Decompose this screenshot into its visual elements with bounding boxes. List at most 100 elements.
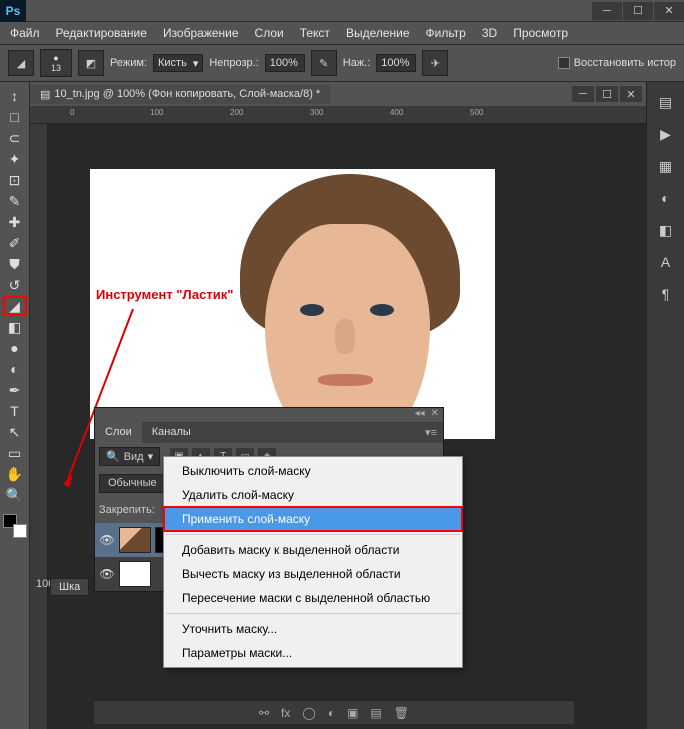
- lasso-tool-icon[interactable]: ⊂: [3, 128, 27, 148]
- airbrush-icon[interactable]: ✈: [422, 50, 448, 76]
- layer-filter-type[interactable]: 🔍 Вид ▾: [99, 447, 160, 466]
- app-logo: Ps: [0, 0, 26, 22]
- brush-panel-icon[interactable]: ◩: [78, 50, 104, 76]
- eyedropper-tool-icon[interactable]: ✎: [3, 191, 27, 211]
- menu-item-refine-mask[interactable]: Уточнить маску...: [164, 617, 462, 641]
- doc-close[interactable]: ✕: [620, 86, 642, 102]
- color-panel-icon[interactable]: ▶: [656, 124, 676, 144]
- flow-label: Наж.:: [343, 57, 371, 69]
- panel-close-icon[interactable]: ✕: [431, 408, 439, 422]
- new-adjustment-icon[interactable]: ◐: [328, 706, 335, 720]
- menu-item-mask-options[interactable]: Параметры маски...: [164, 641, 462, 665]
- menu-text[interactable]: Текст: [294, 24, 336, 42]
- new-layer-icon[interactable]: ▤: [370, 706, 381, 720]
- opacity-field[interactable]: 100%: [265, 54, 305, 72]
- opacity-label: Непрозр.:: [209, 57, 258, 69]
- visibility-icon[interactable]: 👁: [99, 567, 115, 581]
- panel-menu-icon[interactable]: ▾≡: [419, 422, 443, 443]
- blur-tool-icon[interactable]: ●: [3, 338, 27, 358]
- magic-wand-tool-icon[interactable]: ✦: [3, 149, 27, 169]
- image-content: [90, 169, 495, 439]
- horizontal-ruler[interactable]: 0 100 200 300 400 500: [30, 106, 646, 124]
- delete-layer-icon[interactable]: 🗑: [394, 706, 409, 720]
- link-layers-icon[interactable]: ⚯: [259, 706, 269, 720]
- shape-tool-icon[interactable]: ▭: [3, 443, 27, 463]
- maximize-button[interactable]: ☐: [623, 2, 653, 20]
- truncated-panel-tab[interactable]: Шка: [50, 578, 89, 596]
- lock-label: Закрепить:: [99, 504, 155, 516]
- pressure-opacity-icon[interactable]: ✎: [311, 50, 337, 76]
- zoom-tool-icon[interactable]: 🔍: [3, 485, 27, 505]
- menu-select[interactable]: Выделение: [340, 24, 416, 42]
- titlebar: Ps ─ ☐ ✕: [0, 0, 684, 22]
- flow-field[interactable]: 100%: [376, 54, 416, 72]
- paragraph-panel-icon[interactable]: ¶: [656, 284, 676, 304]
- visibility-icon[interactable]: 👁: [99, 533, 115, 547]
- brush-tool-icon[interactable]: ✐: [3, 233, 27, 253]
- add-mask-icon[interactable]: ◯: [302, 706, 315, 720]
- history-brush-tool-icon[interactable]: ↺: [3, 275, 27, 295]
- layers-panel-footer: ⚯ fx ◯ ◐ ▣ ▤ 🗑: [94, 700, 574, 724]
- annotation-label: Инструмент "Ластик": [96, 287, 233, 302]
- window-controls: ─ ☐ ✕: [592, 2, 684, 20]
- healing-tool-icon[interactable]: ✚: [3, 212, 27, 232]
- doc-minimize[interactable]: ─: [572, 86, 594, 102]
- menu-edit[interactable]: Редактирование: [50, 24, 153, 42]
- menu-item-delete-mask[interactable]: Удалить слой-маску: [164, 483, 462, 507]
- menu-item-add-mask-selection[interactable]: Добавить маску к выделенной области: [164, 538, 462, 562]
- menu-item-subtract-mask[interactable]: Вычесть маску из выделенной области: [164, 562, 462, 586]
- hand-tool-icon[interactable]: ✋: [3, 464, 27, 484]
- options-bar: ◢ ● 13 ◩ Режим: Кисть ▾ Непрозр.: 100% ✎…: [0, 44, 684, 82]
- document-tabs: ▤ 10_tn.jpg @ 100% (Фон копировать, Слой…: [30, 82, 646, 106]
- menu-filter[interactable]: Фильтр: [420, 24, 472, 42]
- menu-item-disable-mask[interactable]: Выключить слой-маску: [164, 459, 462, 483]
- right-panel-dock: ▤ ▶ ▦ ◐ ◧ A ¶: [646, 82, 684, 729]
- layers-tab[interactable]: Слои: [95, 422, 142, 443]
- doc-maximize[interactable]: ☐: [596, 86, 618, 102]
- menu-separator: [166, 613, 460, 614]
- menu-item-apply-mask[interactable]: Применить слой-маску: [164, 507, 462, 531]
- mode-dropdown[interactable]: Кисть ▾: [153, 54, 203, 72]
- layer-thumbnail[interactable]: [119, 527, 151, 553]
- swatches-panel-icon[interactable]: ▦: [656, 156, 676, 176]
- layer-style-icon[interactable]: fx: [281, 706, 290, 720]
- marquee-tool-icon[interactable]: □: [3, 107, 27, 127]
- menu-item-intersect-mask[interactable]: Пересечение маски с выделенной областью: [164, 586, 462, 610]
- layer-thumbnail[interactable]: [119, 561, 151, 587]
- styles-panel-icon[interactable]: ◧: [656, 220, 676, 240]
- vertical-ruler[interactable]: [30, 124, 48, 729]
- restore-history-checkbox[interactable]: [558, 57, 570, 69]
- panel-collapse-icon[interactable]: ◂◂: [415, 408, 425, 422]
- menu-separator: [166, 534, 460, 535]
- tools-panel: ↕ □ ⊂ ✦ ⊡ ✎ ✚ ✐ ⛊ ↺ ◢ ◧ ● ◐ ✒ T ↖ ▭ ✋ 🔍: [0, 82, 30, 729]
- gradient-tool-icon[interactable]: ◧: [3, 317, 27, 337]
- adjustments-panel-icon[interactable]: ◐: [656, 188, 676, 208]
- type-tool-icon[interactable]: T: [3, 401, 27, 421]
- menubar: Файл Редактирование Изображение Слои Тек…: [0, 22, 684, 44]
- history-panel-icon[interactable]: ▤: [656, 92, 676, 112]
- channels-tab[interactable]: Каналы: [142, 422, 201, 443]
- close-button[interactable]: ✕: [654, 2, 684, 20]
- current-tool-icon[interactable]: ◢: [8, 50, 34, 76]
- path-select-tool-icon[interactable]: ↖: [3, 422, 27, 442]
- menu-3d[interactable]: 3D: [476, 24, 503, 42]
- brush-preset[interactable]: ● 13: [40, 49, 72, 77]
- eraser-tool-icon[interactable]: ◢: [3, 296, 27, 316]
- document-title: 10_tn.jpg @ 100% (Фон копировать, Слой-м…: [54, 88, 320, 100]
- document-tab[interactable]: ▤ 10_tn.jpg @ 100% (Фон копировать, Слой…: [30, 85, 330, 104]
- character-panel-icon[interactable]: A: [656, 252, 676, 272]
- menu-view[interactable]: Просмотр: [507, 24, 574, 42]
- crop-tool-icon[interactable]: ⊡: [3, 170, 27, 190]
- color-swatches[interactable]: [3, 514, 27, 538]
- stamp-tool-icon[interactable]: ⛊: [3, 254, 27, 274]
- context-menu: Выключить слой-маску Удалить слой-маску …: [163, 456, 463, 668]
- menu-file[interactable]: Файл: [4, 24, 46, 42]
- menu-layers[interactable]: Слои: [249, 24, 290, 42]
- dodge-tool-icon[interactable]: ◐: [3, 359, 27, 379]
- move-tool-icon[interactable]: ↕: [3, 86, 27, 106]
- pen-tool-icon[interactable]: ✒: [3, 380, 27, 400]
- background-swatch[interactable]: [13, 524, 27, 538]
- new-group-icon[interactable]: ▣: [347, 706, 358, 720]
- menu-image[interactable]: Изображение: [157, 24, 245, 42]
- minimize-button[interactable]: ─: [592, 2, 622, 20]
